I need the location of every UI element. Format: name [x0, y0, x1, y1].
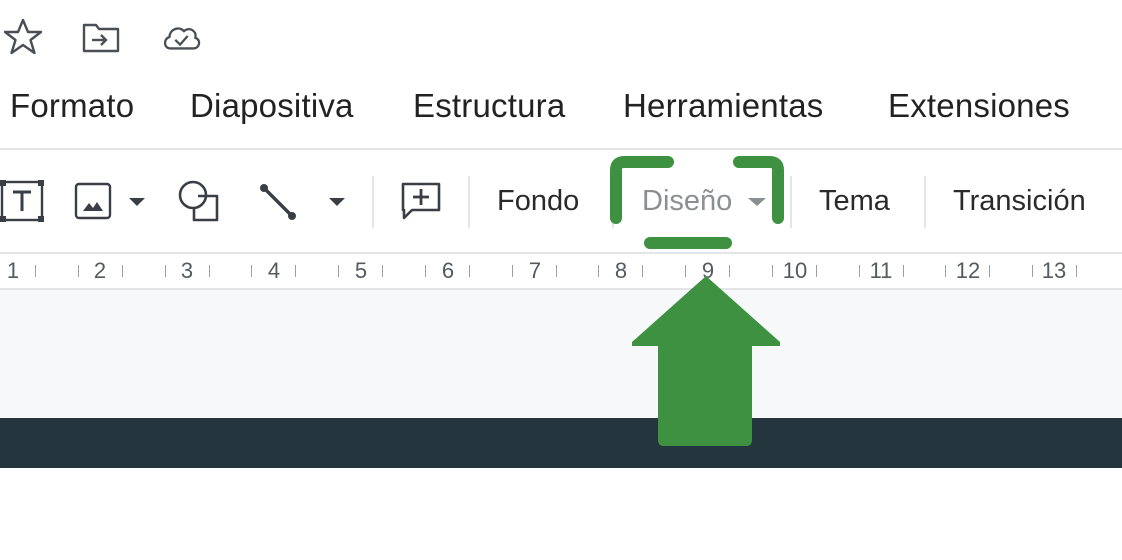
ruler-tick	[251, 265, 253, 277]
shape-icon[interactable]	[176, 178, 222, 224]
ruler-tick	[338, 265, 339, 277]
ruler-tick	[164, 265, 166, 277]
ruler-label: 13	[1041, 258, 1067, 283]
ruler-tick	[468, 265, 470, 277]
toolbar: Fondo Diseño Tema Transición	[0, 150, 1122, 252]
ruler-tick	[35, 265, 36, 277]
toolbar-separator	[790, 176, 792, 228]
text-box-icon[interactable]	[0, 178, 46, 224]
ruler-label: 6	[441, 258, 455, 283]
slide-preview[interactable]	[0, 418, 1122, 468]
transicion-button[interactable]: Transición	[953, 182, 1086, 220]
diseno-button[interactable]: Diseño	[642, 182, 732, 220]
ruler-tick	[121, 265, 123, 277]
fondo-button[interactable]: Fondo	[497, 182, 579, 220]
ruler-label: 2	[93, 258, 107, 283]
ruler-label: 3	[180, 258, 194, 283]
menu-herramientas[interactable]: Herramientas	[623, 86, 823, 126]
image-dropdown-icon[interactable]	[124, 188, 150, 214]
menu-diapositiva[interactable]: Diapositiva	[190, 86, 354, 126]
menu-formato[interactable]: Formato	[10, 86, 134, 126]
ruler-tick	[382, 265, 383, 277]
toolbar-separator	[372, 176, 374, 228]
menu-extensiones[interactable]: Extensiones	[888, 86, 1070, 126]
ruler-label: 12	[955, 258, 981, 283]
ruler-label: 7	[528, 258, 542, 283]
ruler-label: 10	[782, 258, 808, 283]
toolbar-separator	[924, 176, 926, 228]
ruler-tick	[598, 265, 600, 277]
ruler-label: 11	[869, 258, 893, 283]
toolbar-separator	[468, 176, 470, 228]
canvas-lower	[0, 468, 1122, 560]
ruler-label: 5	[354, 258, 368, 283]
menu-bar: Formato Diapositiva Estructura Herramien…	[0, 80, 1122, 136]
move-to-folder-icon[interactable]	[80, 16, 122, 58]
slides-editor: Formato Diapositiva Estructura Herramien…	[0, 0, 1122, 560]
ruler-tick	[815, 265, 817, 277]
ruler-tick	[424, 265, 426, 277]
line-dropdown-icon[interactable]	[324, 188, 350, 214]
ruler-tick	[945, 265, 947, 277]
diseno-dropdown-icon[interactable]	[744, 188, 770, 214]
ruler-tick	[902, 265, 904, 277]
ruler-tick	[555, 265, 557, 277]
horizontal-ruler: 1 2 3 4 5 6 7 8 9 10 11 12 13	[0, 254, 1122, 288]
ruler-tick	[989, 265, 991, 277]
ruler-tick	[295, 265, 297, 277]
cloud-saved-icon[interactable]	[160, 16, 202, 58]
ruler-tick	[1076, 265, 1077, 277]
ruler-tick	[729, 265, 730, 277]
add-comment-icon[interactable]	[398, 178, 444, 224]
ruler-tick	[208, 265, 210, 277]
ruler-tick	[642, 265, 644, 277]
ruler-label: 4	[267, 258, 281, 283]
document-actions	[0, 0, 300, 75]
ruler-tick	[77, 265, 79, 277]
ruler-label: 8	[614, 258, 628, 283]
ruler-tick	[771, 265, 773, 277]
ruler-label: 9	[701, 258, 715, 283]
image-icon[interactable]	[72, 180, 114, 222]
ruler-tick	[511, 265, 513, 277]
canvas-background	[0, 290, 1122, 418]
star-icon[interactable]	[2, 16, 44, 58]
toolbar-separator	[612, 176, 614, 228]
ruler-tick	[1032, 265, 1033, 277]
ruler-tick	[858, 265, 860, 277]
line-icon[interactable]	[256, 180, 300, 224]
ruler-tick	[685, 265, 686, 277]
menu-estructura[interactable]: Estructura	[413, 86, 565, 126]
ruler-label: 1	[6, 258, 20, 283]
tema-button[interactable]: Tema	[819, 182, 890, 220]
